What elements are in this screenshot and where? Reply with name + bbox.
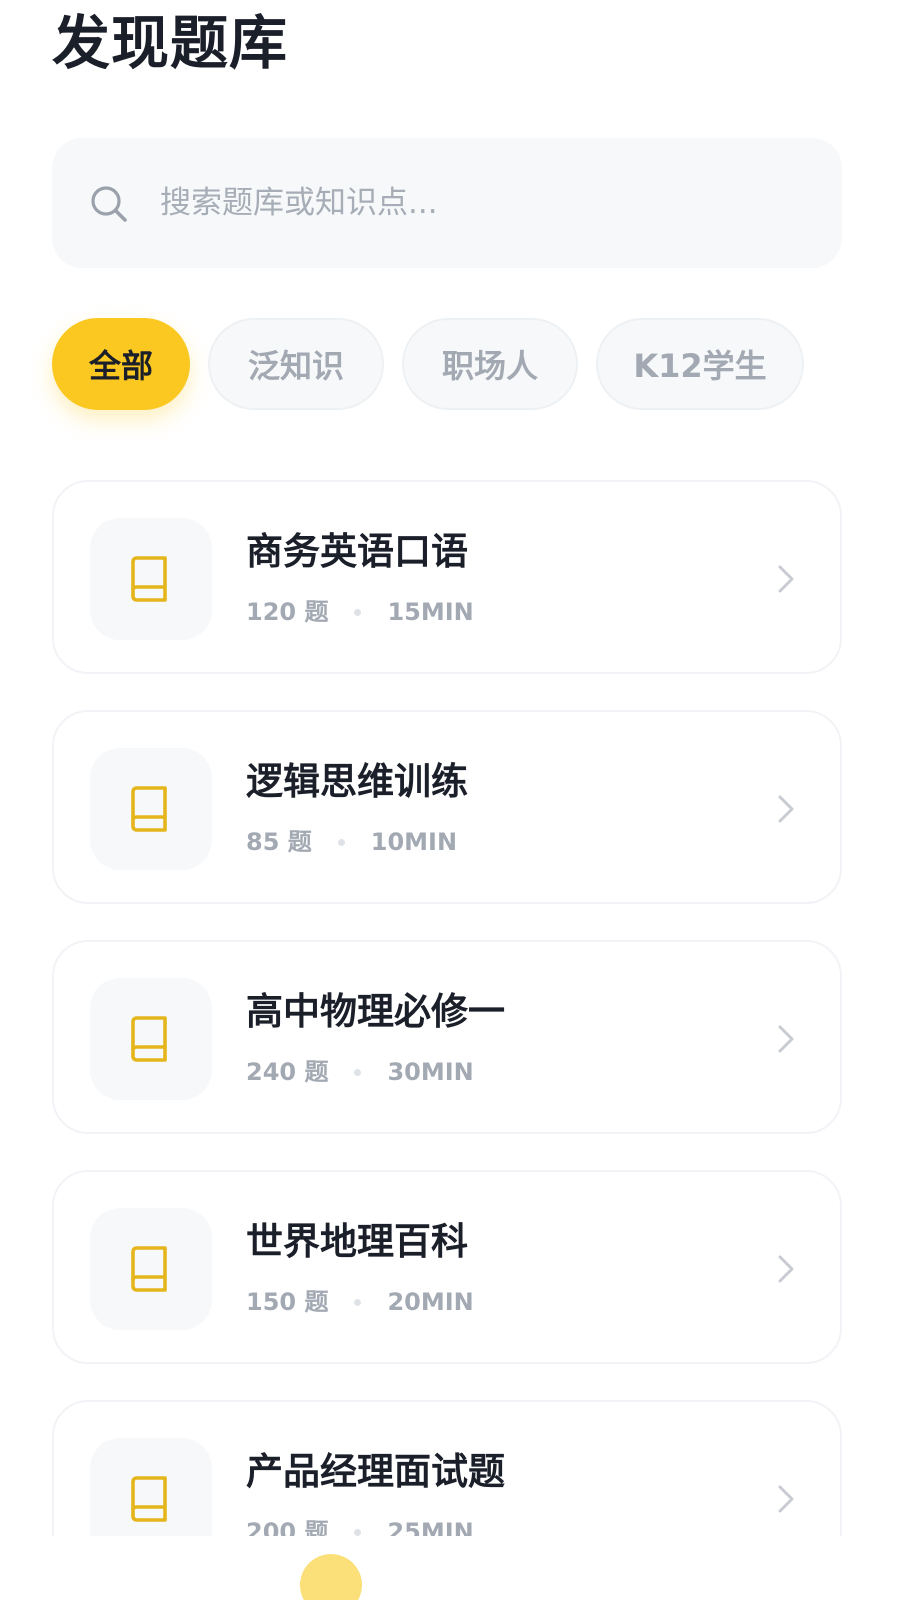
question-bank-card[interactable]: 高中物理必修一 240 题 30MIN (52, 940, 842, 1134)
book-icon (131, 556, 167, 602)
filter-chip-label: 职场人 (441, 347, 538, 385)
separator-dot (354, 1528, 362, 1536)
card-icon-container (90, 1208, 212, 1330)
duration: 10MIN (370, 828, 458, 856)
bottom-navigation-bar (0, 1536, 900, 1600)
separator-dot (354, 1068, 362, 1076)
chevron-right-icon (778, 565, 794, 593)
question-count: 150 题 (246, 1288, 329, 1316)
card-meta: 240 题 30MIN (246, 1052, 474, 1092)
question-count: 120 题 (246, 598, 329, 626)
search-input[interactable]: 搜索题库或知识点... (160, 178, 438, 228)
chevron-right-icon (778, 1255, 794, 1283)
question-count: 240 题 (246, 1058, 329, 1086)
duration: 30MIN (387, 1058, 474, 1086)
card-title: 世界地理百科 (246, 1220, 468, 1263)
filter-chip-general-knowledge[interactable]: 泛知识 (208, 318, 384, 410)
chevron-right-icon (778, 1025, 794, 1053)
question-bank-card[interactable]: 逻辑思维训练 85 题 10MIN (52, 710, 842, 904)
filter-chip-all[interactable]: 全部 (52, 318, 190, 410)
card-icon-container (90, 518, 212, 640)
card-title: 产品经理面试题 (246, 1450, 505, 1493)
filter-chip-workplace[interactable]: 职场人 (402, 318, 578, 410)
card-meta: 85 题 10MIN (246, 822, 457, 862)
duration: 15MIN (387, 598, 474, 626)
question-bank-card[interactable]: 世界地理百科 150 题 20MIN (52, 1170, 842, 1364)
question-count: 85 题 (246, 828, 312, 856)
chevron-right-icon (778, 795, 794, 823)
book-icon (131, 1246, 167, 1292)
book-icon (131, 786, 167, 832)
card-meta: 150 题 20MIN (246, 1282, 474, 1322)
card-icon-container (90, 978, 212, 1100)
card-meta: 120 题 15MIN (246, 592, 474, 632)
discover-page: 发现题库 搜索题库或知识点... 全部 泛知识 职场人 K12学生 商务英语口语… (0, 0, 900, 1600)
book-icon (131, 1016, 167, 1062)
filter-chip-label: 全部 (88, 347, 153, 385)
book-icon (131, 1476, 167, 1522)
separator-dot (337, 838, 345, 846)
filter-chip-label: K12学生 (633, 347, 767, 385)
page-title: 发现题库 (52, 9, 289, 77)
card-title: 高中物理必修一 (246, 990, 505, 1033)
search-icon (91, 186, 127, 222)
filter-chip-label: 泛知识 (247, 347, 344, 385)
separator-dot (354, 608, 362, 616)
card-icon-container (90, 748, 212, 870)
question-bank-card[interactable]: 商务英语口语 120 题 15MIN (52, 480, 842, 674)
card-title: 逻辑思维训练 (246, 760, 468, 803)
duration: 20MIN (387, 1288, 474, 1316)
filter-chip-k12[interactable]: K12学生 (596, 318, 804, 410)
chevron-right-icon (778, 1485, 794, 1513)
card-title: 商务英语口语 (246, 530, 468, 573)
separator-dot (354, 1298, 362, 1306)
